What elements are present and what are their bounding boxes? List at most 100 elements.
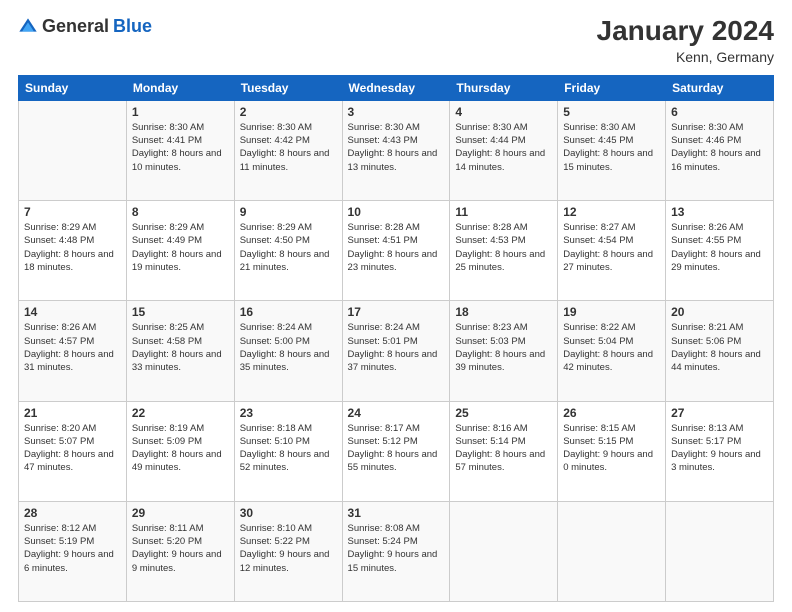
day-info: Sunrise: 8:29 AM Sunset: 4:50 PM Dayligh… <box>240 221 337 274</box>
calendar-table: Sunday Monday Tuesday Wednesday Thursday… <box>18 75 774 602</box>
col-monday: Monday <box>126 75 234 100</box>
table-row: 10 Sunrise: 8:28 AM Sunset: 4:51 PM Dayli… <box>342 201 450 301</box>
calendar-page: GeneralBlue January 2024 Kenn, Germany S… <box>0 0 792 612</box>
col-friday: Friday <box>558 75 666 100</box>
day-number: 4 <box>455 105 552 119</box>
day-number: 24 <box>348 406 445 420</box>
day-number: 30 <box>240 506 337 520</box>
day-info: Sunrise: 8:30 AM Sunset: 4:42 PM Dayligh… <box>240 121 337 174</box>
day-info: Sunrise: 8:30 AM Sunset: 4:46 PM Dayligh… <box>671 121 768 174</box>
table-row: 18 Sunrise: 8:23 AM Sunset: 5:03 PM Dayli… <box>450 301 558 401</box>
day-number: 20 <box>671 305 768 319</box>
day-info: Sunrise: 8:18 AM Sunset: 5:10 PM Dayligh… <box>240 422 337 475</box>
day-info: Sunrise: 8:22 AM Sunset: 5:04 PM Dayligh… <box>563 321 660 374</box>
day-number: 23 <box>240 406 337 420</box>
day-info: Sunrise: 8:11 AM Sunset: 5:20 PM Dayligh… <box>132 522 229 575</box>
calendar-week-row: 21Sunrise: 8:20 AM Sunset: 5:07 PM Dayli… <box>19 401 774 501</box>
table-row: 2 Sunrise: 8:30 AM Sunset: 4:42 PM Daylig… <box>234 100 342 200</box>
day-number: 17 <box>348 305 445 319</box>
day-info: Sunrise: 8:23 AM Sunset: 5:03 PM Dayligh… <box>455 321 552 374</box>
day-number: 19 <box>563 305 660 319</box>
table-row: 22 Sunrise: 8:19 AM Sunset: 5:09 PM Dayli… <box>126 401 234 501</box>
day-info: Sunrise: 8:26 AM Sunset: 4:57 PM Dayligh… <box>24 321 121 374</box>
title-area: January 2024 Kenn, Germany <box>597 16 774 65</box>
day-info: Sunrise: 8:29 AM Sunset: 4:49 PM Dayligh… <box>132 221 229 274</box>
col-sunday: Sunday <box>19 75 127 100</box>
table-row: 6 Sunrise: 8:30 AM Sunset: 4:46 PM Daylig… <box>666 100 774 200</box>
location-subtitle: Kenn, Germany <box>597 49 774 65</box>
day-info: Sunrise: 8:08 AM Sunset: 5:24 PM Dayligh… <box>348 522 445 575</box>
day-number: 12 <box>563 205 660 219</box>
day-info: Sunrise: 8:30 AM Sunset: 4:44 PM Dayligh… <box>455 121 552 174</box>
day-number: 3 <box>348 105 445 119</box>
day-number: 27 <box>671 406 768 420</box>
header-row: Sunday Monday Tuesday Wednesday Thursday… <box>19 75 774 100</box>
day-info: Sunrise: 8:12 AM Sunset: 5:19 PM Dayligh… <box>24 522 121 575</box>
table-row: 5 Sunrise: 8:30 AM Sunset: 4:45 PM Daylig… <box>558 100 666 200</box>
day-info: Sunrise: 8:30 AM Sunset: 4:41 PM Dayligh… <box>132 121 229 174</box>
day-info: Sunrise: 8:30 AM Sunset: 4:43 PM Dayligh… <box>348 121 445 174</box>
day-info: Sunrise: 8:28 AM Sunset: 4:51 PM Dayligh… <box>348 221 445 274</box>
table-row: 23 Sunrise: 8:18 AM Sunset: 5:10 PM Dayli… <box>234 401 342 501</box>
table-row <box>666 501 774 601</box>
table-row: 21Sunrise: 8:20 AM Sunset: 5:07 PM Dayli… <box>19 401 127 501</box>
day-number: 9 <box>240 205 337 219</box>
day-info: Sunrise: 8:27 AM Sunset: 4:54 PM Dayligh… <box>563 221 660 274</box>
table-row <box>450 501 558 601</box>
col-tuesday: Tuesday <box>234 75 342 100</box>
day-number: 15 <box>132 305 229 319</box>
table-row: 31 Sunrise: 8:08 AM Sunset: 5:24 PM Dayli… <box>342 501 450 601</box>
logo: GeneralBlue <box>18 16 152 37</box>
day-info: Sunrise: 8:28 AM Sunset: 4:53 PM Dayligh… <box>455 221 552 274</box>
day-number: 18 <box>455 305 552 319</box>
table-row: 11 Sunrise: 8:28 AM Sunset: 4:53 PM Dayli… <box>450 201 558 301</box>
table-row: 25 Sunrise: 8:16 AM Sunset: 5:14 PM Dayli… <box>450 401 558 501</box>
day-info: Sunrise: 8:26 AM Sunset: 4:55 PM Dayligh… <box>671 221 768 274</box>
calendar-week-row: 7Sunrise: 8:29 AM Sunset: 4:48 PM Daylig… <box>19 201 774 301</box>
calendar-week-row: 28 Sunrise: 8:12 AM Sunset: 5:19 PM Dayli… <box>19 501 774 601</box>
table-row: 26 Sunrise: 8:15 AM Sunset: 5:15 PM Dayli… <box>558 401 666 501</box>
day-info: Sunrise: 8:24 AM Sunset: 5:00 PM Dayligh… <box>240 321 337 374</box>
logo-icon <box>18 17 38 37</box>
logo-container: GeneralBlue <box>18 16 152 37</box>
day-number: 31 <box>348 506 445 520</box>
table-row: 16Sunrise: 8:24 AM Sunset: 5:00 PM Dayli… <box>234 301 342 401</box>
day-number: 8 <box>132 205 229 219</box>
day-number: 5 <box>563 105 660 119</box>
table-row: 8 Sunrise: 8:29 AM Sunset: 4:49 PM Daylig… <box>126 201 234 301</box>
day-number: 14 <box>24 305 121 319</box>
day-number: 26 <box>563 406 660 420</box>
col-thursday: Thursday <box>450 75 558 100</box>
day-number: 21 <box>24 406 121 420</box>
table-row: 15 Sunrise: 8:25 AM Sunset: 4:58 PM Dayli… <box>126 301 234 401</box>
day-number: 25 <box>455 406 552 420</box>
table-row: 13 Sunrise: 8:26 AM Sunset: 4:55 PM Dayli… <box>666 201 774 301</box>
day-info: Sunrise: 8:25 AM Sunset: 4:58 PM Dayligh… <box>132 321 229 374</box>
day-number: 11 <box>455 205 552 219</box>
day-info: Sunrise: 8:30 AM Sunset: 4:45 PM Dayligh… <box>563 121 660 174</box>
table-row: 19 Sunrise: 8:22 AM Sunset: 5:04 PM Dayli… <box>558 301 666 401</box>
day-info: Sunrise: 8:16 AM Sunset: 5:14 PM Dayligh… <box>455 422 552 475</box>
day-info: Sunrise: 8:19 AM Sunset: 5:09 PM Dayligh… <box>132 422 229 475</box>
table-row: 24Sunrise: 8:17 AM Sunset: 5:12 PM Dayli… <box>342 401 450 501</box>
table-row: 20Sunrise: 8:21 AM Sunset: 5:06 PM Dayli… <box>666 301 774 401</box>
table-row: 12 Sunrise: 8:27 AM Sunset: 4:54 PM Dayli… <box>558 201 666 301</box>
day-number: 2 <box>240 105 337 119</box>
day-info: Sunrise: 8:24 AM Sunset: 5:01 PM Dayligh… <box>348 321 445 374</box>
day-number: 22 <box>132 406 229 420</box>
table-row: 3 Sunrise: 8:30 AM Sunset: 4:43 PM Daylig… <box>342 100 450 200</box>
day-number: 10 <box>348 205 445 219</box>
table-row: 1Sunrise: 8:30 AM Sunset: 4:41 PM Daylig… <box>126 100 234 200</box>
table-row <box>558 501 666 601</box>
logo-text-blue: Blue <box>113 16 152 37</box>
table-row <box>19 100 127 200</box>
table-row: 27Sunrise: 8:13 AM Sunset: 5:17 PM Dayli… <box>666 401 774 501</box>
table-row: 14 Sunrise: 8:26 AM Sunset: 4:57 PM Dayli… <box>19 301 127 401</box>
day-number: 6 <box>671 105 768 119</box>
day-info: Sunrise: 8:15 AM Sunset: 5:15 PM Dayligh… <box>563 422 660 475</box>
table-row: 17 Sunrise: 8:24 AM Sunset: 5:01 PM Dayli… <box>342 301 450 401</box>
day-number: 13 <box>671 205 768 219</box>
day-info: Sunrise: 8:10 AM Sunset: 5:22 PM Dayligh… <box>240 522 337 575</box>
day-number: 7 <box>24 205 121 219</box>
day-number: 28 <box>24 506 121 520</box>
